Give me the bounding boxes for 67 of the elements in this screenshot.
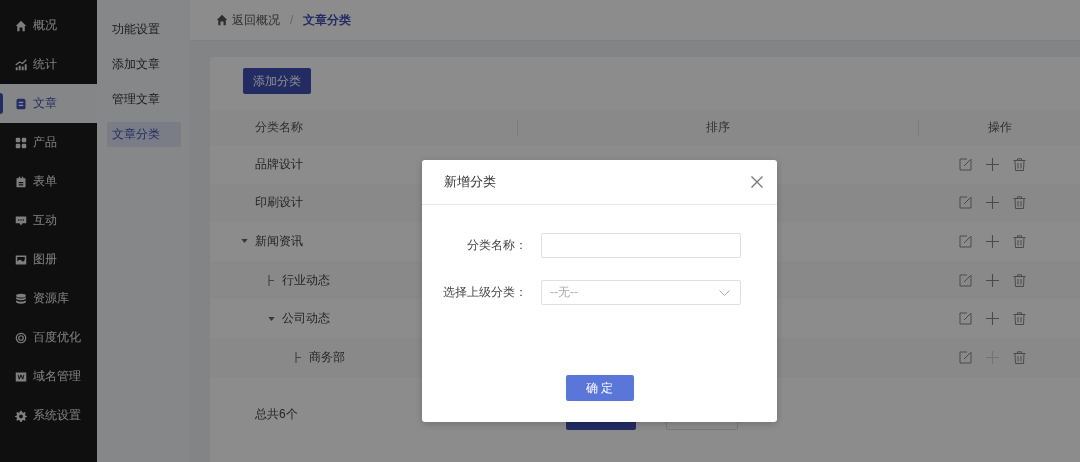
sidebar-item[interactable]: 图册 [0,240,97,279]
chart-icon [15,58,27,71]
trash-icon[interactable] [1012,196,1026,210]
breadcrumb-current: 文章分类 [303,11,352,29]
edit-icon[interactable] [958,350,972,364]
input-field[interactable] [541,233,741,258]
home-icon [216,14,228,26]
trash-icon[interactable] [1012,350,1026,364]
sidebar-item[interactable]: 系统设置 [0,396,97,435]
tree-branch-icon [295,351,302,363]
column-header: 排序 [706,119,730,136]
sidebar-item[interactable]: 百度优化 [0,318,97,357]
trash-icon[interactable] [1012,273,1026,287]
database-icon [15,292,27,305]
chevron-down-icon [719,289,730,296]
edit-icon[interactable] [958,157,972,171]
chat-icon [15,214,27,227]
edit-icon[interactable] [958,312,972,326]
sidebar-item[interactable]: 域名管理 [0,357,97,396]
target-icon [15,331,27,344]
submenu-item[interactable]: 功能设置 [107,17,181,42]
column-header: 分类名称 [255,119,303,136]
plus-icon[interactable] [985,312,999,326]
sidebar-item[interactable]: 文章 [0,84,97,123]
submenu-item[interactable]: 文章分类 [107,122,181,147]
sidebar-item[interactable]: 表单 [0,162,97,201]
add-category-button[interactable]: 添加分类 [243,68,311,94]
gear-icon [15,409,27,422]
field-label: 选择上级分类： [442,284,527,301]
category-name: 品牌设计 [255,155,303,173]
edit-icon[interactable] [958,235,972,248]
dialog-title: 新增分类 [444,173,496,191]
field-label: 分类名称： [466,237,527,254]
clipboard-icon [15,175,27,188]
category-name: 行业动态 [282,271,330,289]
plus-icon[interactable] [985,157,999,171]
edit-icon[interactable] [958,273,972,287]
breadcrumb-separator: / [290,13,294,27]
close-button[interactable] [751,176,763,188]
edit-icon[interactable] [958,196,972,210]
trash-icon[interactable] [1012,235,1026,248]
plus-icon[interactable] [985,196,999,210]
category-name: 公司动态 [282,310,330,328]
sidebar-item[interactable]: 统计 [0,45,97,84]
submenu-item[interactable]: 管理文章 [107,87,181,112]
close-icon [751,176,763,188]
sidebar-item[interactable]: 概况 [0,6,97,45]
sidebar-item[interactable]: 互动 [0,201,97,240]
column-header: 操作 [987,119,1012,136]
category-name: 商务部 [309,348,345,366]
trash-icon[interactable] [1012,312,1026,326]
submenu-item[interactable]: 添加文章 [107,52,181,77]
confirm-button[interactable]: 确 定 [565,375,634,401]
plus-icon[interactable] [985,273,999,287]
sidebar-item[interactable]: 资源库 [0,279,97,318]
sidebar-item[interactable]: 产品 [0,123,97,162]
plus-icon[interactable] [985,235,999,248]
grid-icon [15,136,27,149]
tree-branch-icon [268,274,275,286]
category-name: 印刷设计 [255,194,303,212]
image-icon [15,253,27,266]
document-icon [15,97,27,110]
total-count: 总共6个 [254,406,299,424]
home-icon [15,19,27,32]
category-name: 新闻资讯 [255,233,303,250]
trash-icon[interactable] [1012,157,1026,171]
back-link[interactable]: 返回概况 [216,11,280,29]
